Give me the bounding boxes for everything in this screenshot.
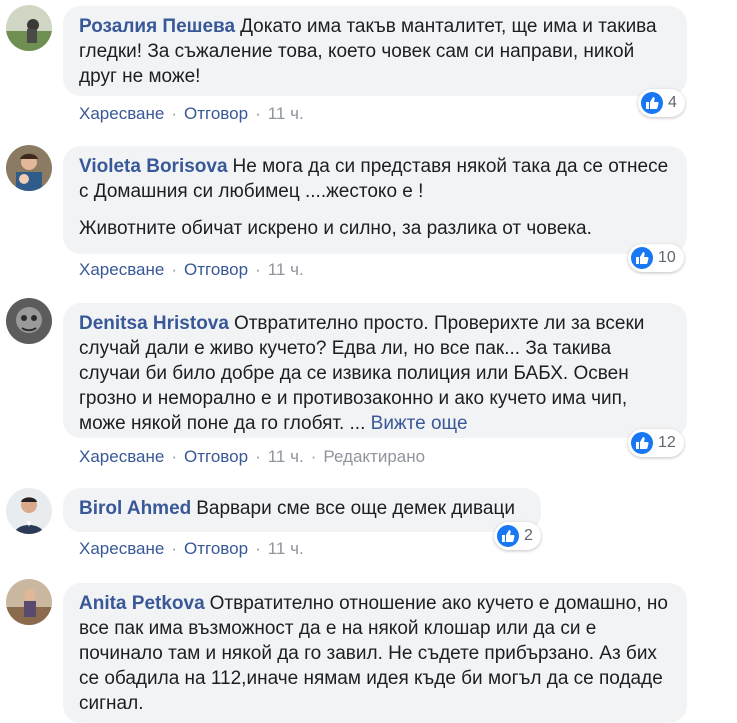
avatar[interactable] (6, 298, 52, 344)
comment-bubble: Розалия Пешева Докато има такъв манталите… (63, 6, 687, 96)
comment-time[interactable]: 11 ч. (268, 104, 304, 123)
like-link[interactable]: Харесване (79, 539, 164, 558)
reaction-count[interactable]: 12 (628, 429, 684, 457)
comment-text-block: Birol Ahmed Варвари сме все още демек див… (79, 496, 527, 521)
comment-text-paragraph: Животните обичат искрено и силно, за раз… (79, 218, 592, 239)
reaction-number: 4 (668, 94, 677, 111)
comment-author[interactable]: Розалия Пешева (79, 16, 235, 37)
comment-actions: Харесване · Отговор · 11 ч. (79, 104, 304, 124)
comment-text-block: Violeta Borisova Не мога да си представя … (79, 154, 673, 204)
comment-bubble: Anita Petkova Отвратително отношение ако … (63, 583, 687, 723)
avatar[interactable] (6, 145, 52, 191)
comment-time[interactable]: 11 ч. (268, 260, 304, 279)
see-more-link[interactable]: Вижте още (371, 413, 468, 434)
separator-dot: · (171, 447, 178, 466)
comment-text-block: Розалия Пешева Докато има такъв манталите… (79, 14, 673, 89)
separator-dot: · (310, 447, 317, 466)
like-thumb-icon (631, 432, 653, 454)
like-thumb-icon (641, 92, 663, 114)
like-link[interactable]: Харесване (79, 104, 164, 123)
comment-time[interactable]: 11 ч. (268, 447, 304, 466)
comment-actions: Харесване · Отговор · 11 ч. (79, 539, 304, 559)
comment-text-block: Denitsa Hristova Отвратително просто. Про… (79, 311, 673, 436)
comment-bubble: Violeta Borisova Не мога да си представя … (63, 146, 687, 254)
reply-link[interactable]: Отговор (184, 539, 248, 558)
reaction-count[interactable]: 4 (638, 89, 685, 117)
separator-dot: · (255, 539, 261, 558)
separator-dot: · (171, 260, 178, 279)
like-thumb-icon (631, 247, 653, 269)
reaction-number: 12 (658, 434, 676, 451)
comment-author[interactable]: Anita Petkova (79, 593, 205, 614)
avatar[interactable] (6, 579, 52, 625)
comment-author[interactable]: Birol Ahmed (79, 498, 191, 519)
reaction-count[interactable]: 2 (494, 522, 541, 550)
separator-dot: · (255, 104, 261, 123)
comment-actions: Харесване · Отговор · 11 ч. (79, 260, 304, 280)
comment-author[interactable]: Violeta Borisova (79, 156, 228, 177)
reply-link[interactable]: Отговор (184, 447, 248, 466)
comment-bubble: Denitsa Hristova Отвратително просто. Про… (63, 303, 687, 438)
reply-link[interactable]: Отговор (184, 260, 248, 279)
comment-text-block: Anita Petkova Отвратително отношение ако … (79, 591, 673, 716)
comment-text: Варвари сме все още демек диваци (196, 498, 515, 519)
separator-dot: · (171, 104, 178, 123)
comment-author[interactable]: Denitsa Hristova (79, 313, 229, 334)
reaction-number: 10 (658, 249, 676, 266)
like-thumb-icon (497, 525, 519, 547)
separator-dot: · (255, 447, 261, 466)
avatar[interactable] (6, 488, 52, 534)
comment-actions: Харесване · Отговор · 11 ч. · Редактирано (79, 447, 425, 467)
like-link[interactable]: Харесване (79, 447, 164, 466)
reaction-number: 2 (524, 527, 533, 544)
edited-label[interactable]: Редактирано (323, 447, 425, 466)
comment-bubble: Birol Ahmed Варвари сме все още демек див… (63, 488, 541, 532)
avatar[interactable] (6, 5, 52, 51)
reaction-count[interactable]: 10 (628, 244, 684, 272)
like-link[interactable]: Харесване (79, 260, 164, 279)
separator-dot: · (255, 260, 261, 279)
reply-link[interactable]: Отговор (184, 104, 248, 123)
separator-dot: · (171, 539, 178, 558)
comment-time[interactable]: 11 ч. (268, 539, 304, 558)
